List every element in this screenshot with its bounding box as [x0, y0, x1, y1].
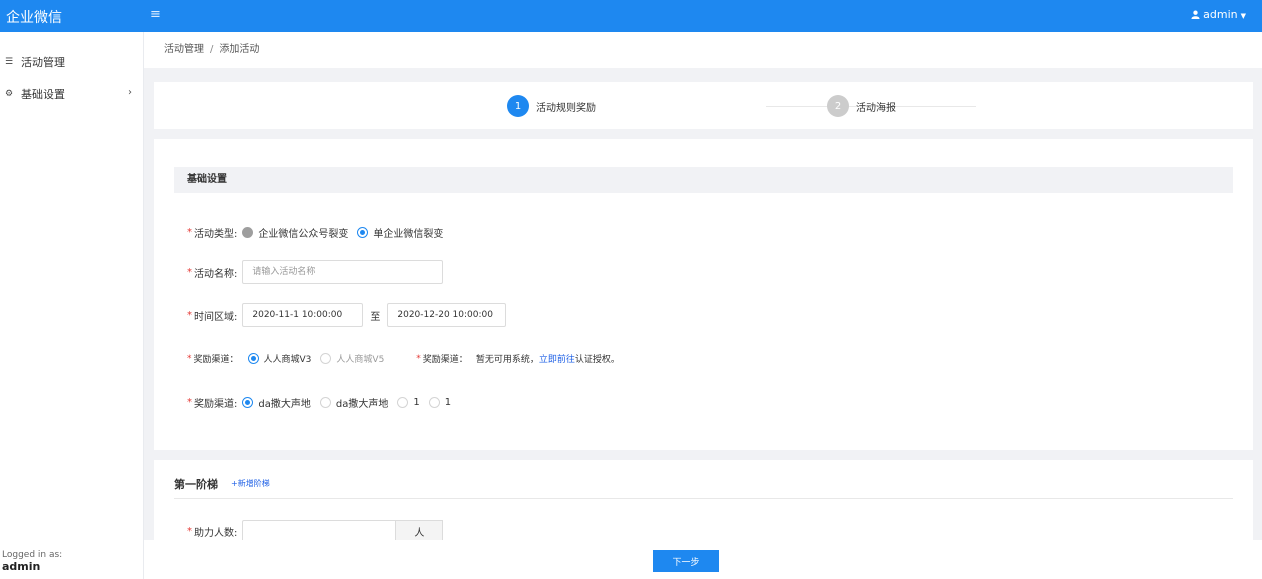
reward-channel-a-label: 奖励渠道： — [193, 355, 239, 365]
sidebar-item-label: 基础设置 — [21, 88, 65, 101]
user-name: admin — [1203, 8, 1238, 21]
reward-option-v3[interactable]: 人人商城V3 — [247, 352, 312, 365]
required-mark: * — [187, 525, 192, 537]
option-label: da撒大声地 — [258, 399, 311, 410]
user-menu[interactable]: admin ▼ — [1191, 8, 1246, 21]
reward-b-option-3[interactable]: 1 — [397, 397, 420, 408]
section-title: 基础设置 — [174, 167, 1233, 193]
basic-settings-card: 基础设置 * 活动类型: 企业微信公众号裂变 单企业微信裂变 * 活动名称: *… — [154, 139, 1253, 450]
start-time-input[interactable] — [242, 303, 364, 327]
radio-icon[interactable] — [320, 353, 332, 364]
activity-type-row: * 活动类型: 企业微信公众号裂变 单企业微信裂变 — [187, 225, 452, 240]
range-separator: 至 — [370, 311, 381, 323]
add-tier-link[interactable]: +新增阶梯 — [231, 478, 270, 489]
logged-in-user: admin — [2, 560, 41, 573]
breadcrumb-parent[interactable]: 活动管理 — [164, 44, 204, 55]
reward-b-option-1[interactable]: da撒大声地 — [242, 395, 311, 410]
required-mark: * — [187, 353, 192, 364]
option-label: 1 — [413, 397, 420, 408]
logged-in-info: Logged in as: admin — [2, 549, 62, 573]
go-authorize-link[interactable]: 立即前往 — [539, 352, 575, 365]
option-label: 1 — [444, 397, 452, 408]
reward-note-label: 奖励渠道： — [422, 355, 468, 365]
step-1[interactable]: 1 活动规则奖励 — [507, 95, 596, 117]
activity-name-label: 活动名称: — [194, 268, 238, 280]
tier-card: 第一阶梯 +新增阶梯 * 助力人数: 人 — [154, 460, 1253, 550]
app-title[interactable]: 企业微信 — [6, 7, 62, 27]
activity-name-row: * 活动名称: — [187, 260, 444, 284]
reward-b-option-4[interactable]: 1 — [428, 397, 452, 408]
reward-channel-b-label: 奖励渠道: — [194, 399, 238, 410]
top-navbar: 企业微信 ≡ admin ▼ — [0, 0, 1262, 32]
breadcrumb-current: 添加活动 — [219, 44, 260, 55]
option-label: 单企业微信裂变 — [373, 229, 444, 240]
activity-type-option-public[interactable]: 企业微信公众号裂变 — [242, 225, 348, 240]
option-label: 人人商城V3 — [263, 355, 312, 365]
chevron-right-icon: › — [128, 87, 132, 98]
radio-icon[interactable] — [428, 397, 440, 408]
option-label: 人人商城V5 — [336, 355, 385, 365]
radio-icon[interactable] — [242, 227, 254, 238]
radio-selected-icon[interactable] — [247, 353, 259, 364]
caret-down-icon: ▼ — [1240, 12, 1246, 20]
required-mark: * — [187, 309, 192, 321]
reward-option-v5[interactable]: 人人商城V5 — [320, 352, 384, 365]
reward-b-option-2[interactable]: da撒大声地 — [319, 395, 389, 410]
tier-title: 第一阶梯 — [174, 478, 218, 491]
steps-card: 1 活动规则奖励 2 活动海报 — [154, 82, 1253, 129]
option-label: 企业微信公众号裂变 — [258, 229, 349, 240]
sidebar-item-basic-settings[interactable]: ⚙ 基础设置 › — [0, 82, 143, 106]
sidebar: ☰ 活动管理 ⚙ 基础设置 › Logged in as: admin — [0, 32, 144, 579]
activity-type-option-single[interactable]: 单企业微信裂变 — [357, 225, 443, 240]
logged-in-label: Logged in as: — [2, 550, 63, 560]
option-label: da撒大声地 — [335, 399, 389, 410]
hamburger-menu-icon[interactable]: ≡ — [150, 7, 161, 22]
radio-icon[interactable] — [397, 397, 409, 408]
time-range-row: * 时间区域: 至 — [187, 303, 507, 327]
breadcrumb: 活动管理 / 添加活动 — [144, 32, 1262, 68]
time-range-label: 时间区域: — [194, 311, 238, 323]
required-mark: * — [187, 397, 192, 408]
reward-channel-b-row: * 奖励渠道: da撒大声地 da撒大声地 1 1 — [187, 395, 460, 410]
breadcrumb-separator: / — [210, 44, 214, 55]
step-label: 活动规则奖励 — [536, 102, 596, 114]
footer-bar: 下一步 — [144, 540, 1262, 579]
step-number: 2 — [827, 95, 849, 117]
reward-channel-a-row: * 奖励渠道： 人人商城V3 人人商城V5 * 奖励渠道： 暂无可用系统， 立即前… — [187, 352, 620, 365]
step-label: 活动海报 — [856, 102, 896, 114]
required-mark: * — [416, 353, 421, 364]
required-mark: * — [187, 266, 192, 278]
activity-type-label: 活动类型: — [194, 229, 238, 240]
sidebar-item-activity-management[interactable]: ☰ 活动管理 — [0, 50, 143, 74]
radio-selected-icon[interactable] — [242, 397, 254, 408]
reward-note-suffix: 认证授权。 — [574, 355, 620, 365]
user-icon — [1191, 10, 1200, 19]
radio-icon[interactable] — [319, 397, 331, 408]
step-2[interactable]: 2 活动海报 — [827, 95, 896, 117]
divider — [174, 498, 1233, 499]
helpers-label: 助力人数: — [194, 527, 238, 539]
helpers-row: * 助力人数: 人 — [187, 520, 444, 542]
activity-name-input[interactable] — [242, 260, 444, 284]
helpers-unit: 人 — [396, 520, 444, 542]
end-time-input[interactable] — [387, 303, 507, 327]
helpers-count-input[interactable] — [242, 520, 397, 542]
list-icon: ☰ — [5, 57, 14, 67]
radio-selected-icon[interactable] — [357, 227, 369, 238]
sidebar-item-label: 活动管理 — [21, 56, 65, 69]
required-mark: * — [187, 227, 192, 238]
gears-icon: ⚙ — [5, 89, 14, 99]
next-step-button[interactable]: 下一步 — [653, 550, 719, 572]
step-number: 1 — [507, 95, 529, 117]
reward-note-text: 暂无可用系统， — [475, 355, 539, 365]
